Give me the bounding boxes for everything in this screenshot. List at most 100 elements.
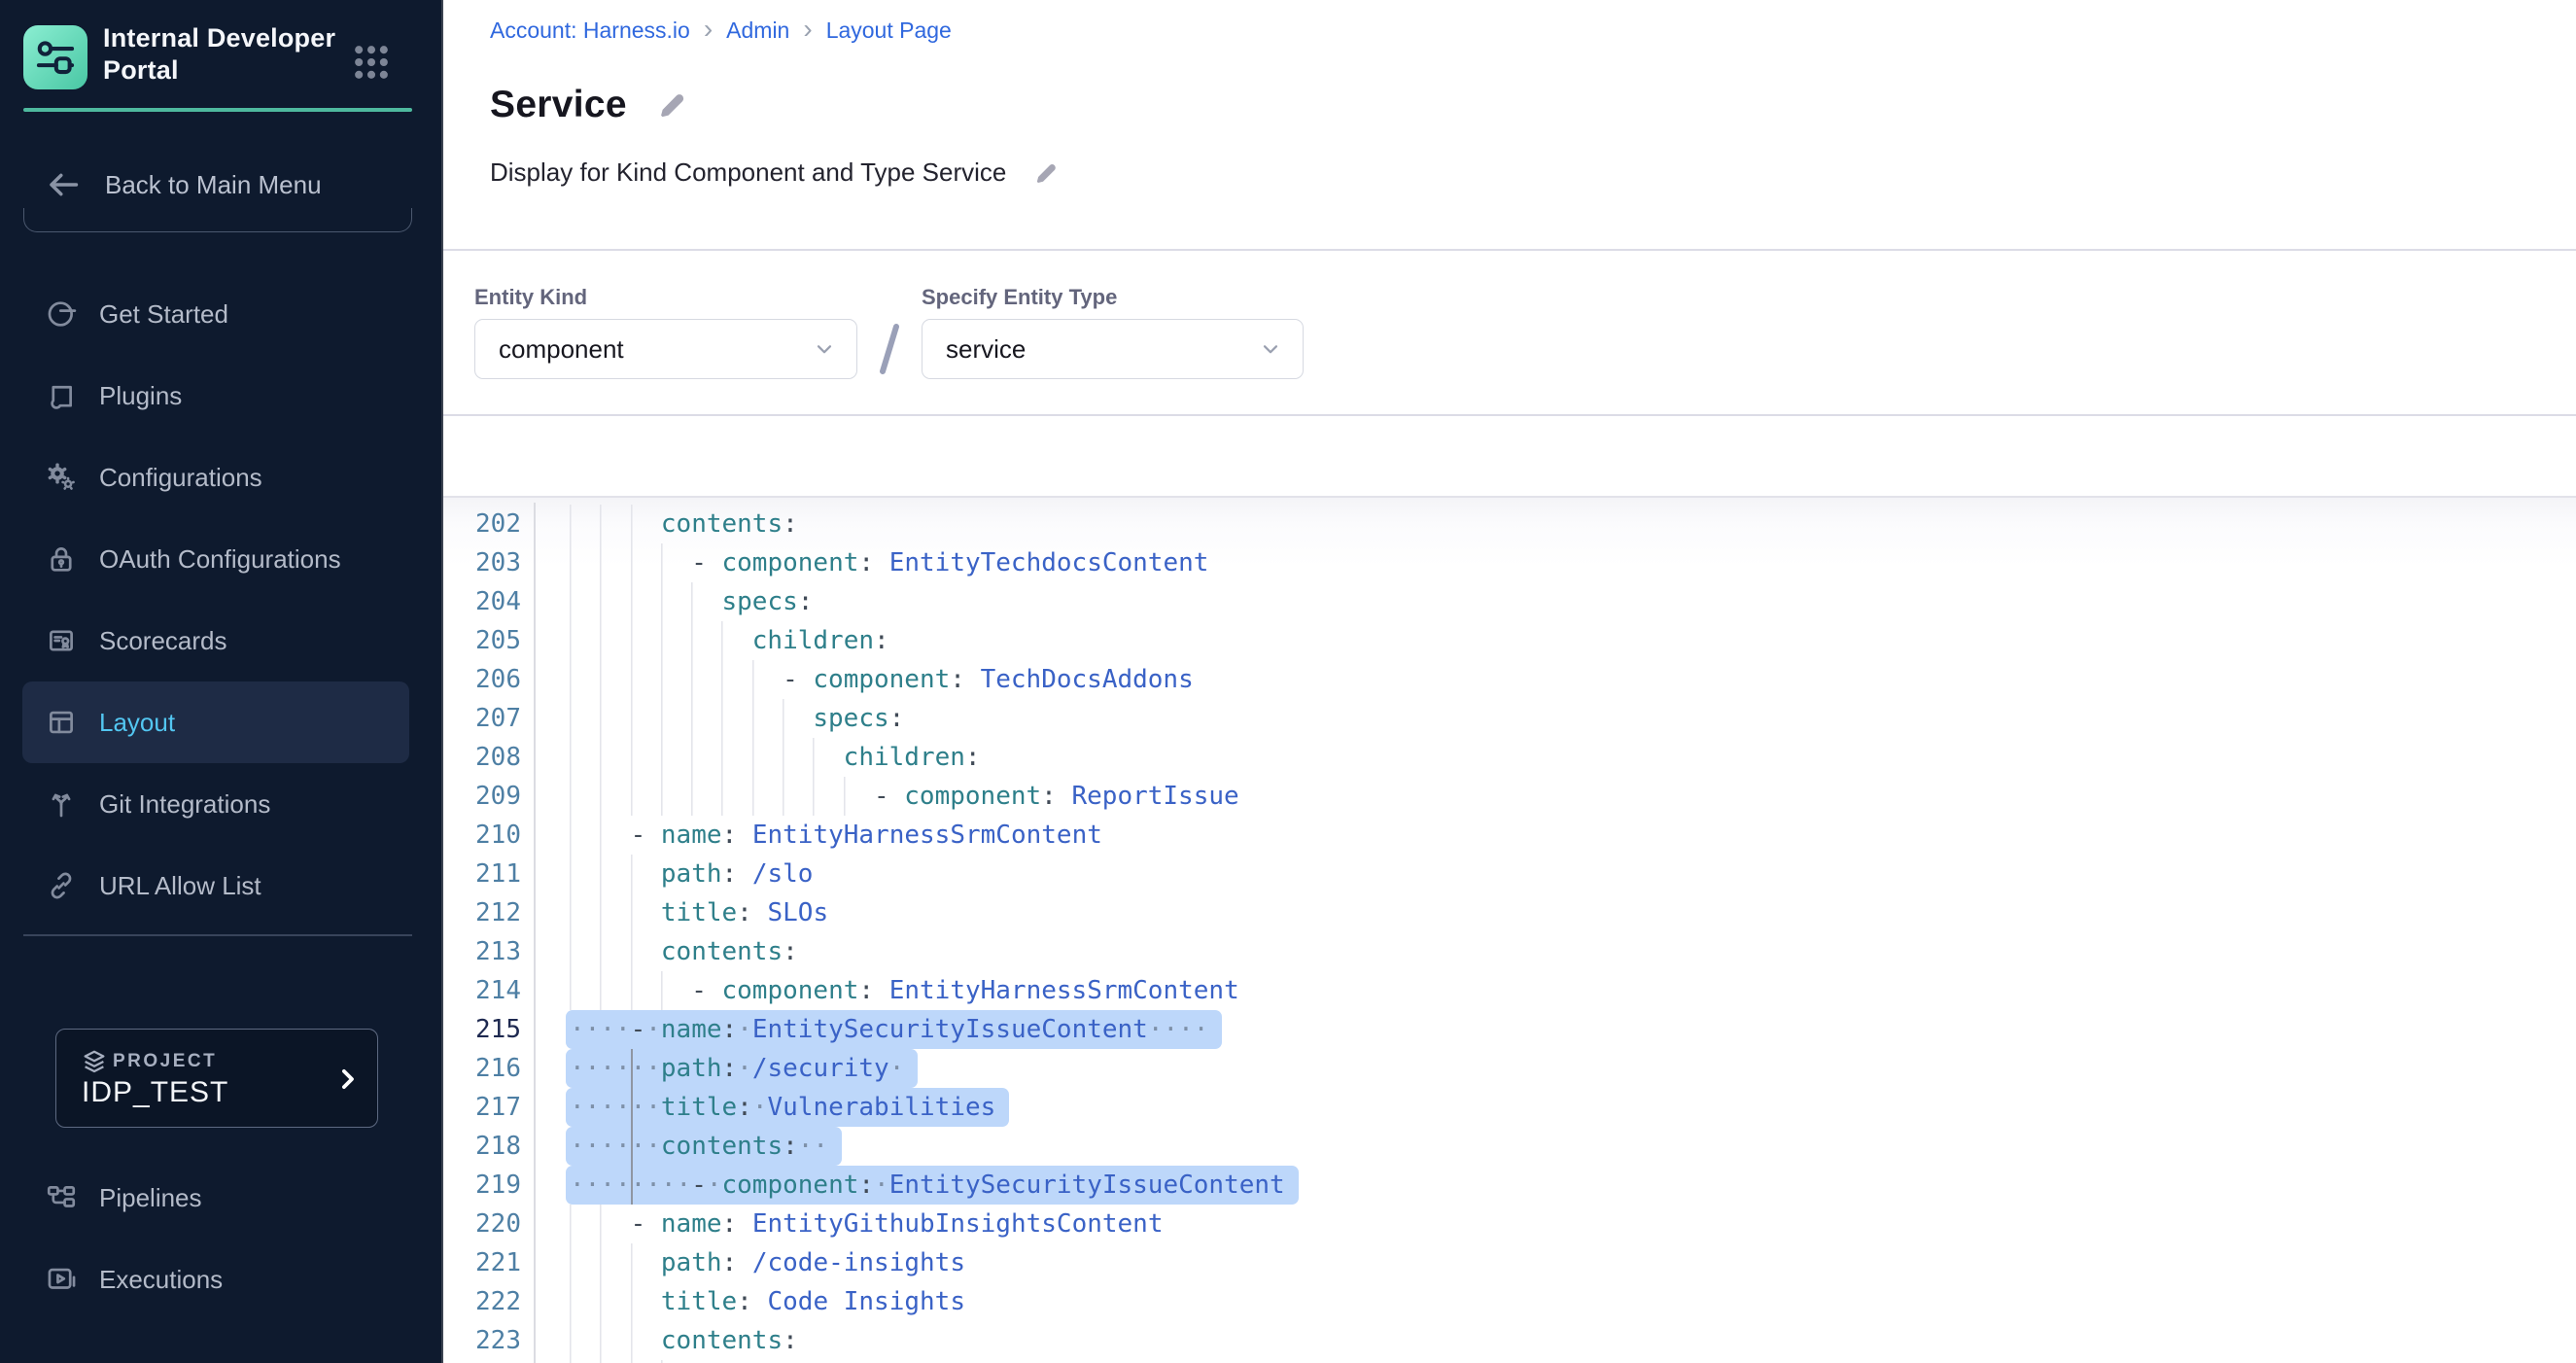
code-line[interactable]: 211 path: /slo: [443, 855, 2576, 893]
sidebar-nav: Get Started Plugins Configurations OAuth Co…: [0, 273, 441, 926]
sidebar-item-git-integrations[interactable]: Git Integrations: [0, 763, 441, 845]
line-number: 205: [443, 621, 521, 660]
sidebar-item-layout[interactable]: Layout: [22, 682, 409, 763]
sidebar-item-get-started[interactable]: Get Started: [0, 273, 441, 355]
breadcrumb-link[interactable]: Layout Page: [826, 17, 952, 44]
sidebar-item-label: Configurations: [99, 463, 262, 493]
chevron-down-icon: [812, 336, 837, 362]
code-line[interactable]: 204 specs:: [443, 582, 2576, 621]
code-line[interactable]: 222 title: Code Insights: [443, 1282, 2576, 1321]
sidebar-item-oauth-configurations[interactable]: OAuth Configurations: [0, 518, 441, 600]
project-name: IDP_TEST: [82, 1076, 228, 1109]
line-number: 208: [443, 738, 521, 777]
code-line[interactable]: 219 ········-·component:·EntitySecurityIs…: [443, 1166, 2576, 1205]
selection-highlight: ········-·component:·EntitySecurityIssue…: [566, 1166, 1299, 1205]
chevron-down-icon: [1258, 336, 1283, 362]
code-line[interactable]: 223 contents:: [443, 1321, 2576, 1360]
edit-title-pencil-icon[interactable]: [654, 88, 687, 122]
code-line[interactable]: 212 title: SLOs: [443, 893, 2576, 932]
code-line-content: children:: [570, 738, 981, 777]
sidebar-item-label: URL Allow List: [99, 871, 261, 901]
project-label: PROJECT: [113, 1051, 217, 1072]
project-selector[interactable]: PROJECT IDP_TEST: [55, 1029, 378, 1128]
breadcrumb: Account: Harness.io›Admin›Layout Page: [490, 17, 952, 44]
code-line[interactable]: 215····-·name:·EntitySecurityIssueConten…: [443, 1010, 2576, 1049]
sidebar-item-plugins[interactable]: Plugins: [0, 355, 441, 437]
selection-highlight: ······title:·Vulnerabilities: [566, 1088, 1009, 1127]
pipelines-icon: [45, 1181, 78, 1214]
app-grid-icon[interactable]: [350, 41, 393, 84]
sidebar-rounded-divider: [23, 208, 412, 232]
entity-kind-dropdown[interactable]: component: [474, 319, 857, 379]
code-line-content: ········-·component:·EntitySecurityIssue…: [570, 1166, 1299, 1205]
breadcrumb-link[interactable]: Account: Harness.io: [490, 17, 690, 44]
code-line[interactable]: 214 - component: EntityHarnessSrmContent: [443, 971, 2576, 1010]
code-line[interactable]: 216······path:·/security·: [443, 1049, 2576, 1088]
code-line-content: - name: EntityGithubInsightsContent: [570, 1205, 1163, 1243]
code-line-content: title: Code Insights: [570, 1282, 965, 1321]
sidebar-accent-divider: [23, 108, 412, 112]
layout-icon: [45, 706, 78, 739]
scorecards-icon: [45, 624, 78, 657]
code-line-content: contents:: [570, 932, 798, 971]
code-line-content: specs:: [570, 582, 813, 621]
sidebar-item-url-allow-list[interactable]: URL Allow List: [0, 845, 441, 926]
line-number: 221: [443, 1243, 521, 1282]
sidebar-item-label: OAuth Configurations: [99, 544, 341, 575]
sidebar-divider: [23, 934, 412, 936]
sidebar-item-executions[interactable]: Executions: [0, 1239, 441, 1320]
code-line[interactable]: 213 contents:: [443, 932, 2576, 971]
sidebar-item-label: Git Integrations: [99, 789, 270, 820]
line-number: 211: [443, 855, 521, 893]
entity-kind-value: component: [499, 334, 624, 365]
entity-kind-label: Entity Kind: [474, 285, 587, 310]
code-line[interactable]: 207 specs:: [443, 699, 2576, 738]
code-line[interactable]: 217 ······title:·Vulnerabilities: [443, 1088, 2576, 1127]
oauth-icon: [45, 542, 78, 576]
line-number: 203: [443, 543, 521, 582]
back-label: Back to Main Menu: [105, 170, 322, 200]
code-line[interactable]: 210 - name: EntityHarnessSrmContent: [443, 816, 2576, 855]
selection-highlight: ····-·name:·EntitySecurityIssueContent··…: [566, 1010, 1222, 1049]
edit-subtitle-pencil-icon[interactable]: [1031, 159, 1059, 187]
code-line-content: - component: TechDocsAddons: [570, 660, 1194, 699]
sidebar-item-configurations[interactable]: Configurations: [0, 437, 441, 518]
breadcrumb-link[interactable]: Admin: [726, 17, 789, 44]
code-lines: 202 contents:203 - component: EntityTech…: [443, 505, 2576, 1363]
code-line-content: - name: EntityHarnessSrmContent: [570, 816, 1102, 855]
code-line-content: contents:: [570, 505, 798, 543]
slash-separator: [875, 321, 904, 377]
sidebar-item-label: Get Started: [99, 299, 228, 330]
line-number: 217: [443, 1088, 521, 1127]
code-line-content: ······path:·/security·: [570, 1049, 918, 1088]
code-line-content: children:: [570, 621, 889, 660]
line-number: 219: [443, 1166, 521, 1205]
line-number: 202: [443, 505, 521, 543]
page: Internal Developer Portal Back to Main M…: [0, 0, 2576, 1363]
entity-type-dropdown[interactable]: service: [922, 319, 1304, 379]
code-line-content: ····-·name:·EntitySecurityIssueContent··…: [570, 1010, 1222, 1049]
code-line[interactable]: 221 path: /code-insights: [443, 1243, 2576, 1282]
code-line[interactable]: 209 - component: ReportIssue: [443, 777, 2576, 816]
line-number: 214: [443, 971, 521, 1010]
sidebar-item-pipelines[interactable]: Pipelines: [0, 1157, 441, 1239]
sidebar-item-label: Executions: [99, 1265, 223, 1295]
divider: [443, 414, 2576, 416]
yaml-code-editor[interactable]: 202 contents:203 - component: EntityTech…: [443, 496, 2576, 1363]
app-title: Internal Developer Portal: [103, 22, 342, 87]
code-line[interactable]: 206 - component: TechDocsAddons: [443, 660, 2576, 699]
code-line[interactable]: 218······contents:··: [443, 1127, 2576, 1166]
sidebar-item-scorecards[interactable]: Scorecards: [0, 600, 441, 682]
code-line[interactable]: 202 contents:: [443, 505, 2576, 543]
line-number: 220: [443, 1205, 521, 1243]
entity-type-label: Specify Entity Type: [922, 285, 1117, 310]
code-line[interactable]: 220 - name: EntityGithubInsightsContent: [443, 1205, 2576, 1243]
line-number: 223: [443, 1321, 521, 1360]
code-line[interactable]: 208 children:: [443, 738, 2576, 777]
line-number: 209: [443, 777, 521, 816]
code-line-content: ······contents:··: [570, 1127, 842, 1166]
code-line[interactable]: 203 - component: EntityTechdocsContent: [443, 543, 2576, 582]
app-logo-icon: [23, 25, 87, 89]
code-line-content: contents:: [570, 1321, 798, 1360]
code-line[interactable]: 205 children:: [443, 621, 2576, 660]
